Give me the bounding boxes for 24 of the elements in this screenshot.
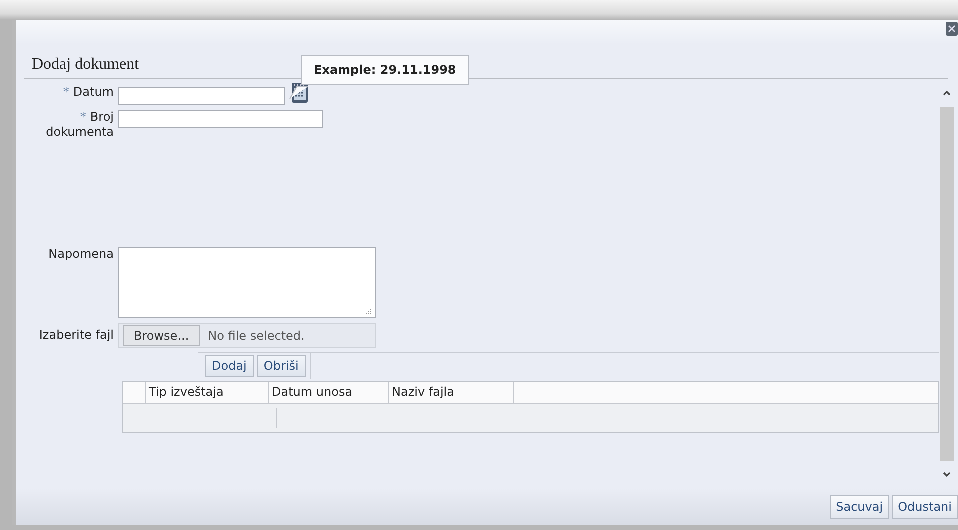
column-header[interactable]: Naziv fajla — [389, 382, 514, 403]
field-label: Izaberite fajl — [39, 328, 114, 343]
file-status: No file selected. — [208, 328, 305, 342]
field-label: * Broj dokumenta — [45, 110, 114, 140]
scroll-up-icon[interactable] — [942, 89, 952, 97]
column-header[interactable]: Tip izveštaja — [146, 382, 269, 403]
file-picker[interactable]: Browse... No file selected. — [118, 323, 376, 348]
dialog-button[interactable]: Odustani — [892, 495, 958, 519]
close-icon[interactable] — [946, 22, 958, 36]
date-field[interactable] — [118, 87, 285, 105]
dialog-title: Dodaj dokument — [31, 56, 140, 75]
dialog-button[interactable]: Sacuvaj — [830, 495, 890, 519]
browse-button[interactable]: Browse... — [123, 325, 200, 346]
field-label: * Datum — [63, 85, 114, 100]
toolbar-button[interactable]: Obriši — [256, 355, 306, 377]
resize-grip-icon[interactable] — [366, 308, 372, 314]
tooltip-pointer — [289, 86, 309, 100]
document-number-field[interactable] — [118, 110, 323, 128]
note-field[interactable] — [118, 247, 376, 318]
column-header[interactable]: Datum unosa — [269, 382, 389, 403]
field-label: Napomena — [48, 247, 114, 262]
toolbar-button[interactable]: Dodaj — [205, 355, 254, 377]
tooltip: Example: 29.11.1998 — [301, 55, 470, 85]
scroll-down-icon[interactable] — [942, 471, 952, 479]
